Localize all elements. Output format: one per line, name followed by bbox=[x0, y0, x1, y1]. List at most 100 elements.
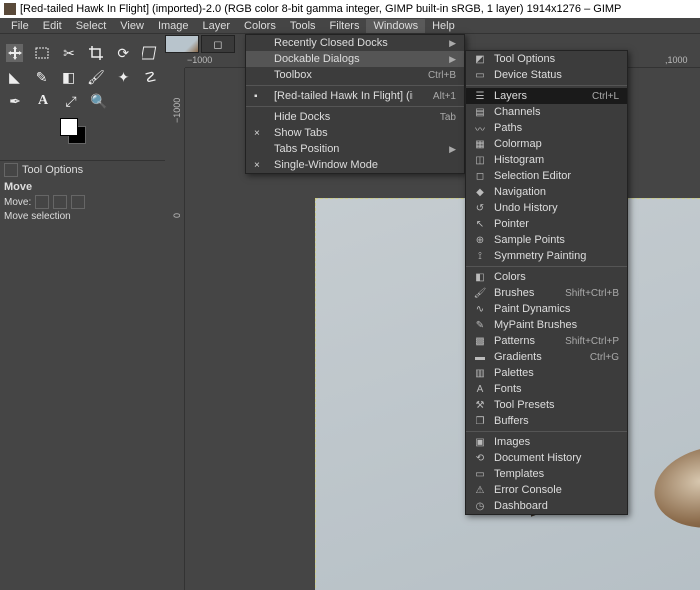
menu-label: Selection Editor bbox=[494, 170, 571, 182]
menu-label: Dashboard bbox=[494, 500, 548, 512]
menu-label: Layers bbox=[494, 90, 527, 102]
dockable-tool-options[interactable]: ◩Tool Options bbox=[466, 51, 627, 67]
palettes-icon: ▥ bbox=[474, 367, 486, 379]
menu-label: Colormap bbox=[494, 138, 542, 150]
dockable-dashboard[interactable]: ◷Dashboard bbox=[466, 498, 627, 514]
warp-tool-icon[interactable] bbox=[142, 44, 159, 62]
dockable-selection-editor[interactable]: ◻Selection Editor bbox=[466, 168, 627, 184]
dockable-gradients[interactable]: ▬GradientsCtrl+G bbox=[466, 349, 627, 365]
dockable-sample-points[interactable]: ⊕Sample Points bbox=[466, 232, 627, 248]
buffers-icon: ❐ bbox=[474, 415, 486, 427]
menu-select[interactable]: Select bbox=[69, 19, 114, 33]
menu-tools[interactable]: Tools bbox=[283, 19, 323, 33]
dockable-document-history[interactable]: ⟲Document History bbox=[466, 450, 627, 466]
sample-icon: ⊕ bbox=[474, 234, 486, 246]
images-icon: ▣ bbox=[474, 436, 486, 448]
menu-file[interactable]: File bbox=[4, 19, 36, 33]
dockable-histogram[interactable]: ◫Histogram bbox=[466, 152, 627, 168]
patterns-icon: ▩ bbox=[474, 335, 486, 347]
rect-select-tool-icon[interactable] bbox=[33, 44, 50, 62]
dockable-paint-dynamics[interactable]: ∿Paint Dynamics bbox=[466, 301, 627, 317]
move-tool-icon[interactable] bbox=[6, 44, 23, 62]
menu-label: Tool Options bbox=[494, 53, 555, 65]
menu-colors[interactable]: Colors bbox=[237, 19, 283, 33]
dockable-tool-presets[interactable]: ⚒Tool Presets bbox=[466, 397, 627, 413]
menu-label: Navigation bbox=[494, 186, 546, 198]
menu-view[interactable]: View bbox=[113, 19, 151, 33]
eraser-tool-icon[interactable]: ◧ bbox=[60, 68, 77, 86]
pencil-tool-icon[interactable]: ✎ bbox=[33, 68, 50, 86]
dockable-images[interactable]: ▣Images bbox=[466, 434, 627, 450]
fg-color-swatch[interactable] bbox=[60, 118, 78, 136]
menu-filters[interactable]: Filters bbox=[323, 19, 367, 33]
menu-toolbox[interactable]: ToolboxCtrl+B bbox=[246, 67, 464, 83]
dockable-symmetry-painting[interactable]: ⟟Symmetry Painting bbox=[466, 248, 627, 264]
menu-recently-closed-docks[interactable]: Recently Closed Docks▶ bbox=[246, 35, 464, 51]
left-panel: ✂ ⟳ ◣ ✎ ◧ 🖌 ✦ ☡ ✒ A ⤢ 🔍 bbox=[0, 34, 165, 590]
colors-icon: ◧ bbox=[474, 271, 486, 283]
smudge-tool-icon[interactable]: ☡ bbox=[142, 68, 159, 86]
menu-label: Device Status bbox=[494, 69, 562, 81]
free-select-tool-icon[interactable]: ✂ bbox=[60, 44, 77, 62]
dockable-mypaint-brushes[interactable]: ✎MyPaint Brushes bbox=[466, 317, 627, 333]
menu-help[interactable]: Help bbox=[425, 19, 462, 33]
dockable-palettes[interactable]: ▥Palettes bbox=[466, 365, 627, 381]
crop-tool-icon[interactable] bbox=[88, 44, 105, 62]
dockable-channels[interactable]: ▤Channels bbox=[466, 104, 627, 120]
menu-dockable-dialogs[interactable]: Dockable Dialogs▶ bbox=[246, 51, 464, 67]
image-tab-blank[interactable]: ◻ bbox=[201, 35, 235, 53]
dockable-pointer[interactable]: ↖Pointer bbox=[466, 216, 627, 232]
menu-tabs-position[interactable]: Tabs Position▶ bbox=[246, 141, 464, 157]
dockable-error-console[interactable]: ⚠Error Console bbox=[466, 482, 627, 498]
dockable-templates[interactable]: ▭Templates bbox=[466, 466, 627, 482]
chevron-right-icon: ▶ bbox=[449, 38, 456, 49]
menu-layer[interactable]: Layer bbox=[196, 19, 238, 33]
text-tool-icon[interactable]: A bbox=[34, 92, 52, 110]
dockable-undo-history[interactable]: ↺Undo History bbox=[466, 200, 627, 216]
brushes-icon: 🖌 bbox=[474, 287, 486, 299]
menu-label: Patterns bbox=[494, 335, 535, 347]
ruler-mark: ,1000 bbox=[665, 55, 688, 65]
ruler-vertical: −1000 0 bbox=[171, 68, 185, 590]
dockable-navigation[interactable]: ◆Navigation bbox=[466, 184, 627, 200]
dockable-brushes[interactable]: 🖌BrushesShift+Ctrl+B bbox=[466, 285, 627, 301]
dockable-colors[interactable]: ◧Colors bbox=[466, 269, 627, 285]
tool-options-tab[interactable]: Tool Options bbox=[0, 160, 165, 179]
bucket-tool-icon[interactable]: ◣ bbox=[6, 68, 23, 86]
move-selection-icon[interactable] bbox=[53, 195, 67, 209]
image-tab-thumb[interactable] bbox=[165, 35, 199, 53]
undo-icon: ↺ bbox=[474, 202, 486, 214]
menu-hide-docks[interactable]: Hide DocksTab bbox=[246, 109, 464, 125]
color-swatches[interactable] bbox=[10, 118, 50, 148]
dockable-buffers[interactable]: ❐ Buffers bbox=[466, 413, 627, 429]
dockable-device-status[interactable]: ▭Device Status bbox=[466, 67, 627, 83]
close-icon: × bbox=[254, 128, 260, 139]
path-tool-icon[interactable]: ✒ bbox=[6, 92, 24, 110]
zoom-tool-icon[interactable]: 🔍 bbox=[90, 92, 108, 110]
menu-label: Document History bbox=[494, 452, 581, 464]
chevron-right-icon: ▶ bbox=[449, 54, 456, 65]
dockable-colormap[interactable]: ▦Colormap bbox=[466, 136, 627, 152]
menu-single-window-mode[interactable]: × Single-Window Mode bbox=[246, 157, 464, 173]
menu-label: Buffers bbox=[494, 415, 529, 427]
menu-label: Templates bbox=[494, 468, 544, 480]
rotate-tool-icon[interactable]: ⟳ bbox=[115, 44, 132, 62]
clone-tool-icon[interactable]: ✦ bbox=[115, 68, 132, 86]
picker-tool-icon[interactable]: ⤢ bbox=[62, 92, 80, 110]
menu-label: Fonts bbox=[494, 383, 522, 395]
dockable-layers[interactable]: ☰LayersCtrl+L bbox=[466, 88, 627, 104]
menu-edit[interactable]: Edit bbox=[36, 19, 69, 33]
menu-show-tabs[interactable]: × Show Tabs bbox=[246, 125, 464, 141]
dockable-patterns[interactable]: ▩PatternsShift+Ctrl+P bbox=[466, 333, 627, 349]
dockable-paths[interactable]: 〰Paths bbox=[466, 120, 627, 136]
menu-windows[interactable]: Windows bbox=[366, 19, 425, 33]
ruler-mark: −1000 bbox=[172, 103, 182, 123]
pointer-icon: ↖ bbox=[474, 218, 486, 230]
move-layer-icon[interactable] bbox=[35, 195, 49, 209]
move-path-icon[interactable] bbox=[71, 195, 85, 209]
dockable-fonts[interactable]: AFonts bbox=[466, 381, 627, 397]
brush-tool-icon[interactable]: 🖌 bbox=[87, 68, 105, 86]
menu-image[interactable]: Image bbox=[151, 19, 196, 33]
presets-icon: ⚒ bbox=[474, 399, 486, 411]
menu-open-document[interactable]: ▪ [Red-tailed Hawk In Flight] (imported)… bbox=[246, 88, 464, 104]
